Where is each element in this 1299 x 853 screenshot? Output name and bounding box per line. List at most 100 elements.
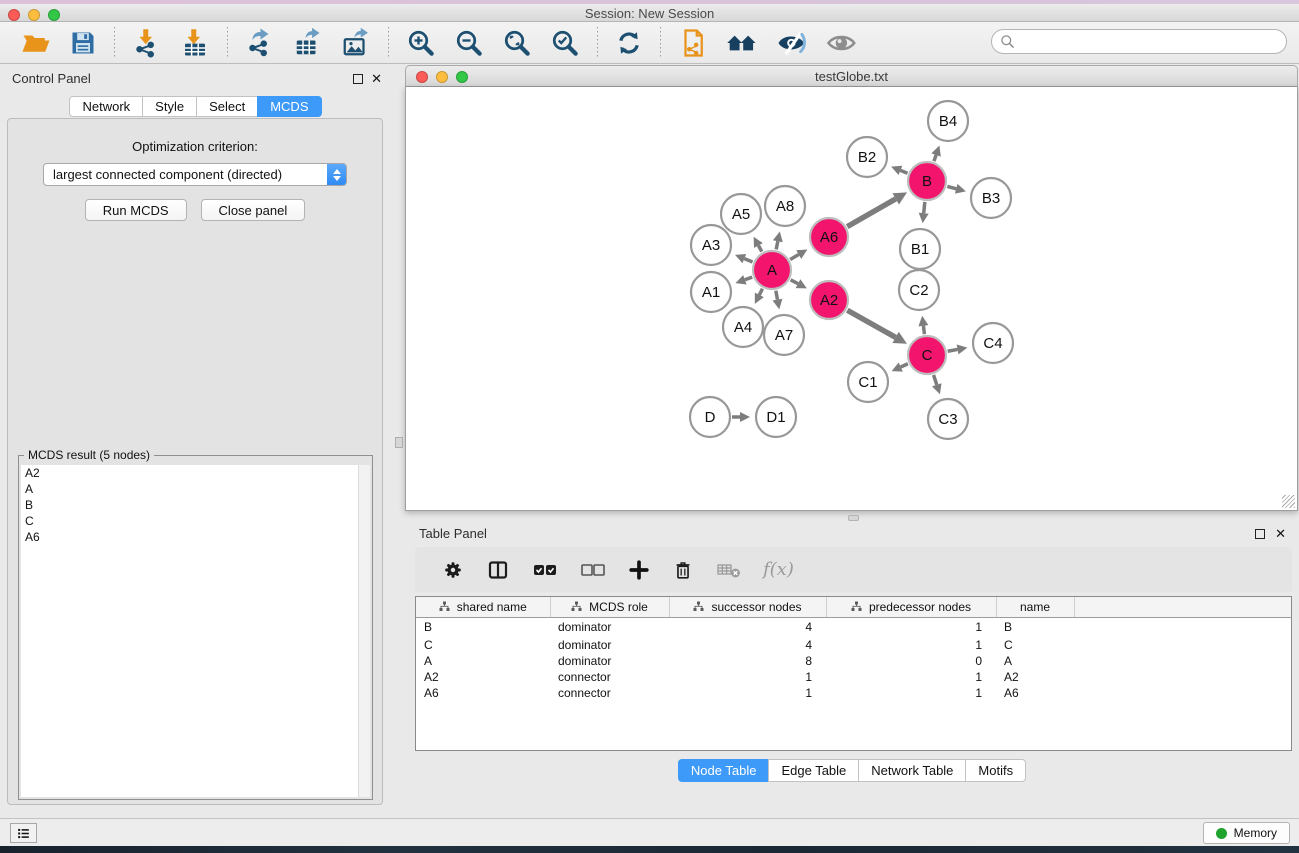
tab-mcds[interactable]: MCDS	[257, 96, 321, 117]
settings-gear-icon[interactable]	[440, 557, 466, 583]
tab-network[interactable]: Network	[69, 96, 143, 117]
zoom-fit-icon[interactable]	[500, 26, 534, 60]
graph-edge-A2-C[interactable]	[847, 310, 895, 337]
table-cell[interactable]: 1	[826, 617, 996, 637]
refresh-icon[interactable]	[613, 27, 645, 59]
select-all-checkboxes-icon[interactable]	[530, 558, 560, 582]
open-folder-icon[interactable]	[19, 26, 53, 60]
deselect-all-checkboxes-icon[interactable]	[578, 558, 608, 582]
graph-edge-A-A4[interactable]	[759, 289, 762, 295]
table-cell[interactable]: B	[416, 617, 550, 637]
tab-node-table[interactable]: Node Table	[678, 759, 770, 782]
optimization-criterion-select[interactable]: largest connected component (directed)	[43, 163, 347, 186]
result-list-scrollbar[interactable]	[358, 465, 370, 797]
graph-edge-C-C4[interactable]	[948, 349, 958, 351]
graph-edge-C-C3[interactable]	[934, 375, 937, 385]
table-cell[interactable]: 4	[669, 637, 826, 653]
mcds-result-list[interactable]: A2ABCA6	[21, 465, 370, 797]
zoom-in-icon[interactable]	[404, 26, 438, 60]
table-cell[interactable]: B	[996, 617, 1074, 637]
table-cell[interactable]: A	[996, 653, 1074, 669]
eye-icon[interactable]	[824, 26, 860, 60]
node-table[interactable]: shared nameMCDS rolesuccessor nodesprede…	[415, 596, 1292, 751]
resize-grip-icon[interactable]	[1282, 495, 1295, 508]
table-cell[interactable]: 1	[826, 669, 996, 685]
tab-network-table[interactable]: Network Table	[858, 759, 966, 782]
graph-edge-A-A3[interactable]	[744, 259, 752, 262]
save-icon[interactable]	[67, 27, 99, 59]
table-cell[interactable]: connector	[550, 669, 669, 685]
table-cell[interactable]: A2	[996, 669, 1074, 685]
graph-edge-B-B3[interactable]	[947, 186, 956, 188]
column-header-predecessor-nodes[interactable]: predecessor nodes	[826, 597, 996, 617]
tab-edge-table[interactable]: Edge Table	[768, 759, 859, 782]
table-row[interactable]: Cdominator41C	[416, 637, 1291, 653]
table-cell[interactable]: dominator	[550, 653, 669, 669]
graph-edge-C-C2[interactable]	[923, 326, 924, 334]
table-cell[interactable]: 8	[669, 653, 826, 669]
column-header-shared-name[interactable]: shared name	[416, 597, 550, 617]
close-table-panel-icon[interactable]: ✕	[1275, 526, 1286, 542]
graph-edge-A-A7[interactable]	[776, 291, 778, 300]
table-cell[interactable]: connector	[550, 685, 669, 701]
table-cell[interactable]: dominator	[550, 637, 669, 653]
split-table-icon[interactable]	[484, 556, 512, 584]
result-list-item[interactable]: C	[21, 513, 370, 529]
column-header-MCDS-role[interactable]: MCDS role	[550, 597, 669, 617]
table-cell[interactable]: C	[996, 637, 1074, 653]
eye-hidden-icon[interactable]	[774, 26, 810, 60]
task-history-icon[interactable]	[10, 823, 37, 843]
add-column-icon[interactable]	[626, 557, 652, 583]
close-panel-button[interactable]: Close panel	[201, 199, 306, 221]
graph-edge-A-A5[interactable]	[758, 245, 761, 251]
zoom-out-icon[interactable]	[452, 26, 486, 60]
graph-edge-A-A1[interactable]	[745, 277, 752, 280]
table-cell[interactable]: A	[416, 653, 550, 669]
zoom-selected-icon[interactable]	[548, 26, 582, 60]
table-cell[interactable]: 1	[826, 685, 996, 701]
table-row[interactable]: Adominator80A	[416, 653, 1291, 669]
result-list-item[interactable]: B	[21, 497, 370, 513]
tab-motifs[interactable]: Motifs	[965, 759, 1026, 782]
export-network-icon[interactable]	[243, 26, 277, 60]
export-table-icon[interactable]	[291, 26, 325, 60]
export-image-icon[interactable]	[339, 26, 373, 60]
search-input[interactable]	[1020, 33, 1286, 50]
table-row[interactable]: A2connector11A2	[416, 669, 1291, 685]
column-header-successor-nodes[interactable]: successor nodes	[669, 597, 826, 617]
delete-column-icon[interactable]	[670, 557, 696, 583]
table-cell[interactable]: 1	[669, 669, 826, 685]
table-cell[interactable]: C	[416, 637, 550, 653]
result-list-item[interactable]: A6	[21, 529, 370, 545]
table-cell[interactable]: 1	[669, 685, 826, 701]
graph-edge-B-B4[interactable]	[934, 155, 936, 161]
float-panel-icon[interactable]	[353, 74, 363, 84]
graph-edge-B-B1[interactable]	[924, 202, 925, 213]
run-mcds-button[interactable]: Run MCDS	[85, 199, 187, 221]
graph-edge-A6-B[interactable]	[847, 199, 896, 227]
close-panel-icon[interactable]: ✕	[371, 71, 382, 87]
table-cell[interactable]: A6	[996, 685, 1074, 701]
table-cell[interactable]: 4	[669, 617, 826, 637]
result-list-item[interactable]: A2	[21, 465, 370, 481]
table-row[interactable]: Bdominator41B	[416, 617, 1291, 637]
splitter-grip-left[interactable]	[395, 437, 403, 448]
column-header-name[interactable]: name	[996, 597, 1074, 617]
import-table-icon[interactable]	[178, 26, 212, 60]
graph-edge-A-A2[interactable]	[791, 280, 798, 284]
graph-edge-B-B2[interactable]	[900, 170, 907, 173]
table-cell[interactable]: A2	[416, 669, 550, 685]
network-document-icon[interactable]	[676, 26, 710, 60]
graph-edge-A-A8[interactable]	[776, 241, 778, 249]
float-table-panel-icon[interactable]	[1255, 529, 1265, 539]
import-network-icon[interactable]	[130, 26, 164, 60]
result-list-item[interactable]: A	[21, 481, 370, 497]
table-cell[interactable]: dominator	[550, 617, 669, 637]
table-cell[interactable]: 0	[826, 653, 996, 669]
graph-edge-C-C1[interactable]	[901, 364, 908, 367]
graph-edge-A-A6[interactable]	[790, 255, 799, 260]
tab-select[interactable]: Select	[196, 96, 258, 117]
network-canvas[interactable]: B4B2BB3A5A8A6A3B1AA1C2A2A4A7C4CC1C3DD1	[405, 87, 1298, 511]
table-cell[interactable]: 1	[826, 637, 996, 653]
table-cell[interactable]: A6	[416, 685, 550, 701]
